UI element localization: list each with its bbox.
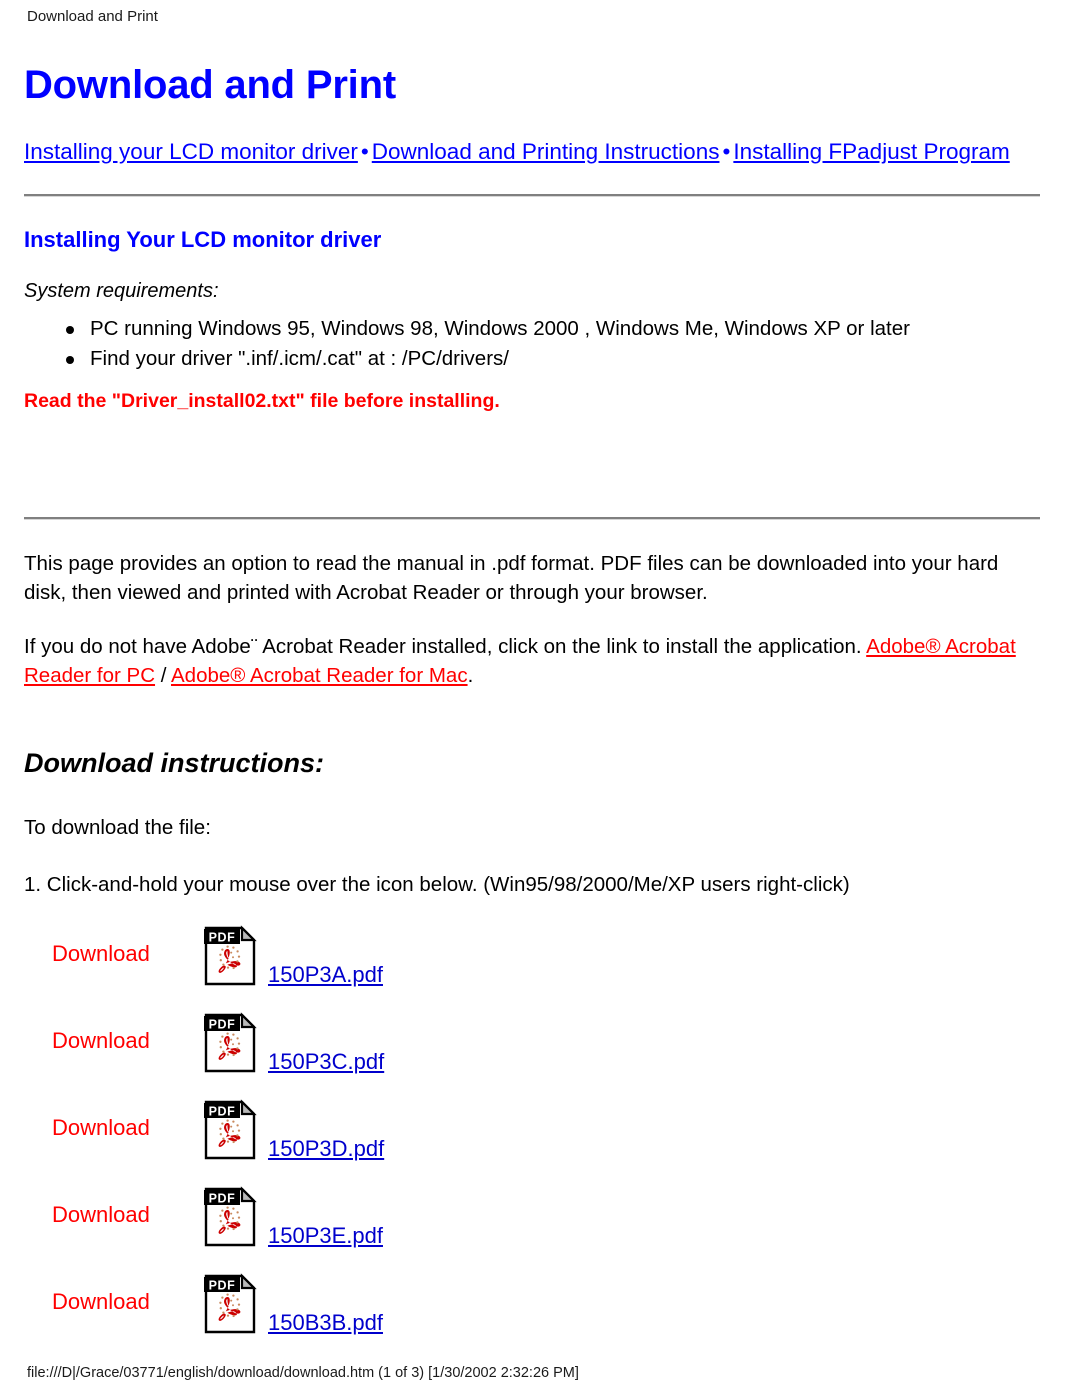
driver-section-heading: Installing Your LCD monitor driver	[24, 227, 382, 252]
print-header-title: Download and Print	[27, 8, 158, 25]
system-requirements-list: PC running Windows 95, Windows 98, Windo…	[24, 314, 1044, 374]
download-file-link[interactable]: 150P3C.pdf	[268, 1049, 384, 1074]
document-page: Download and Print Download and Print In…	[0, 0, 1080, 1397]
list-item: PC running Windows 95, Windows 98, Windo…	[64, 314, 1044, 344]
intro-paragraph-1: This page provides an option to read the…	[24, 552, 999, 604]
section-navigation-links: Installing your LCD monitor driver • Downl…	[24, 136, 1026, 167]
nav-link-download-printing-instructions[interactable]: Download and Printing Instructions	[372, 139, 720, 164]
download-step-1-text: 1. Click-and-hold your mouse over the ic…	[24, 873, 850, 896]
intro-paragraph-2-slash: /	[155, 664, 171, 687]
download-filename: 150B3B.pdf	[268, 1309, 383, 1337]
pdf-file-icon[interactable]: PDF	[203, 1273, 257, 1340]
download-instructions-heading: Download instructions:	[24, 748, 324, 778]
download-label[interactable]: Download	[52, 1288, 150, 1316]
pdf-file-icon[interactable]: PDF	[203, 1099, 257, 1166]
to-download-the-file-text: To download the file:	[24, 816, 211, 839]
download-row: Download PDF	[24, 1268, 1044, 1355]
intro-paragraph-2-text: If you do not have Adobe¨ Acrobat Reader…	[24, 635, 867, 658]
download-row: Download PDF	[24, 1181, 1044, 1268]
page-footer-path: file:///D|/Grace/03771/english/download/…	[27, 1365, 579, 1381]
download-file-link[interactable]: 150P3D.pdf	[268, 1136, 384, 1161]
nav-link-installing-fpadjust-program[interactable]: Installing FPadjust Program	[733, 139, 1009, 164]
nav-link-installing-driver[interactable]: Installing your LCD monitor driver	[24, 139, 358, 164]
download-file-link[interactable]: 150B3B.pdf	[268, 1310, 383, 1335]
download-filename: 150P3D.pdf	[268, 1135, 384, 1163]
page-title: Download and Print	[24, 63, 396, 107]
svg-text:PDF: PDF	[209, 1191, 236, 1205]
download-file-link[interactable]: 150P3E.pdf	[268, 1223, 383, 1248]
download-row: Download PDF	[24, 1007, 1044, 1094]
download-file-list: Download PDF 150P3A.pdf Download PDF 150…	[24, 920, 1044, 1355]
download-label[interactable]: Download	[52, 1114, 150, 1142]
download-row: Download PDF	[24, 1094, 1044, 1181]
download-label[interactable]: Download	[52, 1027, 150, 1055]
adobe-reader-mac-link[interactable]: Adobe® Acrobat Reader for Mac	[171, 664, 468, 687]
system-requirements-label: System requirements:	[24, 280, 219, 302]
download-row: Download PDF	[24, 920, 1044, 1007]
nav-separator-1: •	[360, 139, 369, 164]
download-label[interactable]: Download	[52, 1201, 150, 1229]
pdf-file-icon[interactable]: PDF	[203, 925, 257, 992]
download-label[interactable]: Download	[52, 940, 150, 968]
intro-paragraph-2: If you do not have Adobe¨ Acrobat Reader…	[24, 632, 1036, 690]
download-filename: 150P3A.pdf	[268, 961, 383, 989]
list-item: Find your driver ".inf/.icm/.cat" at : /…	[64, 344, 1044, 374]
download-filename: 150P3E.pdf	[268, 1222, 383, 1250]
intro-paragraph-2-period: .	[467, 664, 474, 687]
pdf-file-icon[interactable]: PDF	[203, 1186, 257, 1253]
svg-text:PDF: PDF	[209, 1017, 236, 1031]
document-content: Download and Print Installing your LCD m…	[24, 62, 1044, 1355]
nav-separator-2: •	[722, 139, 731, 164]
download-filename: 150P3C.pdf	[268, 1048, 384, 1076]
svg-text:PDF: PDF	[209, 1104, 236, 1118]
svg-text:PDF: PDF	[209, 930, 236, 944]
svg-text:PDF: PDF	[209, 1278, 236, 1292]
pdf-file-icon[interactable]: PDF	[203, 1012, 257, 1079]
download-file-link[interactable]: 150P3A.pdf	[268, 962, 383, 987]
driver-install-warning: Read the "Driver_install02.txt" file bef…	[24, 390, 500, 412]
